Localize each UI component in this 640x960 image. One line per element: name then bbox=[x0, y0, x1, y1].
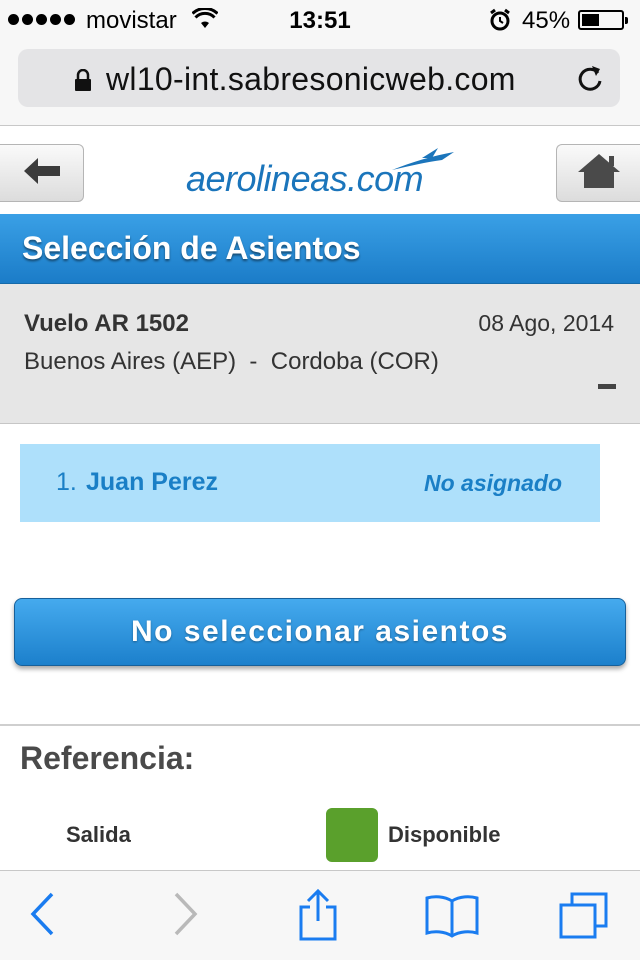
flight-number: Vuelo AR 1502 bbox=[24, 310, 189, 337]
section-divider bbox=[0, 724, 640, 726]
address-bar[interactable]: wl10-int.sabresonicweb.com bbox=[18, 49, 620, 107]
seat-status: No asignado bbox=[423, 470, 562, 496]
legend-available-swatch bbox=[326, 808, 378, 862]
share-icon[interactable] bbox=[296, 887, 340, 948]
passenger-index: 1. bbox=[56, 468, 77, 496]
battery-icon bbox=[578, 10, 628, 30]
back-button[interactable] bbox=[0, 144, 84, 202]
logo-swoosh-icon bbox=[392, 148, 456, 177]
lock-icon bbox=[74, 68, 92, 96]
home-icon bbox=[576, 152, 622, 195]
flight-route: Buenos Aires (AEP) - Cordoba (COR) bbox=[24, 348, 439, 375]
tabs-icon[interactable] bbox=[558, 891, 610, 946]
passenger-row[interactable]: 1. Juan Perez No asignado bbox=[20, 444, 600, 522]
page-title: Selección de Asientos bbox=[22, 230, 361, 266]
arrow-left-icon bbox=[22, 156, 62, 191]
status-bar: movistar 13:51 45% bbox=[0, 0, 640, 40]
collapse-icon[interactable] bbox=[598, 384, 616, 389]
app-header: aerolineas.com bbox=[0, 126, 640, 214]
aerolineas-logo[interactable]: aerolineas.com bbox=[186, 148, 466, 199]
browser-address-area: wl10-int.sabresonicweb.com bbox=[0, 40, 640, 126]
url-text: wl10-int.sabresonicweb.com bbox=[106, 61, 516, 97]
flight-date: 08 Ago, 2014 bbox=[478, 310, 614, 336]
flight-summary[interactable]: Vuelo AR 1502 08 Ago, 2014 Buenos Aires … bbox=[0, 284, 640, 424]
logo-text: aerolineas.com bbox=[186, 158, 424, 199]
skip-seat-selection-button[interactable]: No seleccionar asientos bbox=[14, 598, 626, 666]
legend-title: Referencia: bbox=[20, 740, 195, 776]
reload-icon[interactable] bbox=[576, 63, 604, 98]
bookmarks-icon[interactable] bbox=[424, 893, 480, 944]
legend-exit-label: Salida bbox=[66, 822, 131, 847]
browser-back-icon[interactable] bbox=[28, 891, 58, 942]
alarm-icon bbox=[488, 8, 512, 39]
legend-available-label: Disponible bbox=[388, 822, 501, 847]
home-button[interactable] bbox=[556, 144, 640, 202]
battery-percentage: 45% bbox=[522, 7, 571, 34]
browser-toolbar bbox=[0, 870, 640, 960]
page-title-bar: Selección de Asientos bbox=[0, 214, 640, 284]
passenger-name: Juan Perez bbox=[86, 468, 219, 496]
browser-forward-icon[interactable] bbox=[170, 891, 200, 942]
